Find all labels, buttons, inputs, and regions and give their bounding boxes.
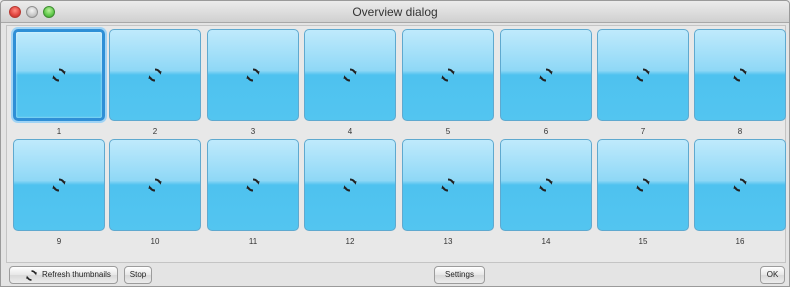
refresh-icon [440, 67, 456, 83]
refresh-icon [635, 67, 651, 83]
refresh-icon [732, 177, 748, 193]
overview-dialog-window: Overview dialog 1 2 3 4 5 6 7 8 9 10 11 … [0, 0, 790, 287]
refresh-icon [51, 67, 67, 83]
thumbnail-label: 10 [150, 237, 160, 246]
thumbnail-tile-2[interactable] [109, 29, 201, 121]
refresh-icon [440, 177, 456, 193]
refresh-icon [245, 177, 261, 193]
refresh-thumbnails-button[interactable]: Refresh thumbnails [9, 266, 118, 284]
thumbnail-tile-14[interactable] [500, 139, 592, 231]
refresh-icon [732, 67, 748, 83]
thumbnail-tile-4[interactable] [304, 29, 396, 121]
thumbnail-label: 2 [152, 127, 158, 136]
thumbnail-tile-10[interactable] [109, 139, 201, 231]
ok-button[interactable]: OK [760, 266, 785, 284]
refresh-icon [245, 67, 261, 83]
thumbnail-tile-16[interactable] [694, 139, 786, 231]
refresh-icon [635, 177, 651, 193]
thumbnail-label: 8 [737, 127, 743, 136]
window-title: Overview dialog [352, 5, 438, 19]
thumbnail-label: 9 [56, 237, 62, 246]
thumbnail-label: 1 [56, 127, 62, 136]
thumbnail-label: 7 [640, 127, 646, 136]
thumbnail-grid: 1 2 3 4 5 6 7 8 9 10 11 12 13 14 15 16 [6, 25, 786, 263]
thumbnail-tile-9[interactable] [13, 139, 105, 231]
thumbnail-label: 3 [250, 127, 256, 136]
thumbnail-label: 15 [638, 237, 648, 246]
thumbnail-tile-6[interactable] [500, 29, 592, 121]
thumbnail-tile-12[interactable] [304, 139, 396, 231]
thumbnail-label: 16 [735, 237, 745, 246]
thumbnail-tile-3[interactable] [207, 29, 299, 121]
thumbnail-tile-1[interactable] [13, 29, 105, 121]
thumbnail-label: 6 [543, 127, 549, 136]
thumbnail-label: 4 [347, 127, 353, 136]
refresh-icon [538, 177, 554, 193]
stop-button[interactable]: Stop [124, 266, 152, 284]
thumbnail-tile-7[interactable] [597, 29, 689, 121]
refresh-icon [147, 67, 163, 83]
refresh-icon [51, 177, 67, 193]
thumbnail-label: 14 [541, 237, 551, 246]
refresh-icon [147, 177, 163, 193]
thumbnail-tile-15[interactable] [597, 139, 689, 231]
thumbnail-label: 11 [248, 237, 258, 246]
thumbnail-tile-8[interactable] [694, 29, 786, 121]
thumbnail-label: 5 [445, 127, 451, 136]
title-bar: Overview dialog [1, 1, 789, 23]
refresh-icon [538, 67, 554, 83]
thumbnail-tile-13[interactable] [402, 139, 494, 231]
thumbnail-label: 12 [345, 237, 355, 246]
thumbnail-tile-5[interactable] [402, 29, 494, 121]
refresh-icon [342, 177, 358, 193]
settings-button[interactable]: Settings [434, 266, 485, 284]
refresh-icon [26, 270, 37, 281]
refresh-icon [342, 67, 358, 83]
thumbnail-tile-11[interactable] [207, 139, 299, 231]
thumbnail-label: 13 [443, 237, 453, 246]
refresh-thumbnails-label: Refresh thumbnails [42, 270, 111, 279]
